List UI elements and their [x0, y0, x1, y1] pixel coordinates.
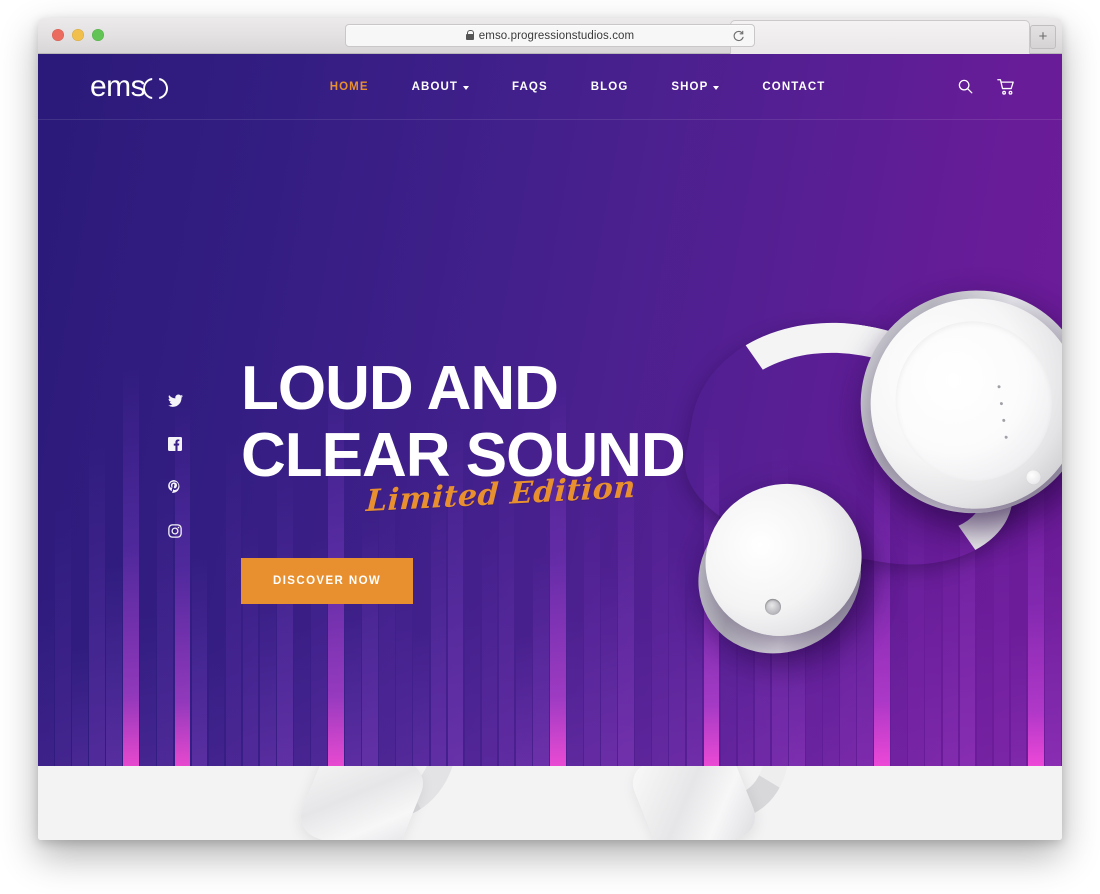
- address-bar[interactable]: emso.progressionstudios.com: [345, 24, 755, 47]
- facebook-icon[interactable]: [168, 437, 183, 456]
- equalizer-bar: [891, 616, 908, 766]
- nav-label-home: HOME: [329, 80, 369, 93]
- minimize-window-button[interactable]: [72, 29, 84, 41]
- equalizer-bar: [823, 636, 839, 766]
- headphones-hero-image: [646, 207, 1062, 683]
- hero-headline: LOUD AND CLEAR SOUND: [241, 354, 686, 487]
- equalizer-bar: [294, 626, 310, 766]
- nav-label-blog: BLOG: [590, 80, 629, 93]
- site-logo[interactable]: ems: [90, 69, 164, 103]
- nav-item-shop[interactable]: SHOP: [671, 80, 720, 93]
- close-window-button[interactable]: [52, 29, 64, 41]
- main-navigation: HOME ABOUT FAQS BLOG SHOP CONTACT: [198, 81, 957, 93]
- hero-headline-line1: LOUD AND: [241, 354, 559, 423]
- nav-label-shop: SHOP: [671, 80, 709, 93]
- cart-icon[interactable]: [997, 78, 1016, 96]
- equalizer-bar: [567, 606, 583, 766]
- nav-item-contact[interactable]: CONTACT: [762, 81, 825, 93]
- equalizer-bar: [1010, 626, 1027, 766]
- bottom-headphones-right: [626, 766, 808, 840]
- nav-item-blog[interactable]: BLOG: [591, 81, 629, 93]
- chevron-down-icon: [463, 85, 470, 90]
- nav-item-home[interactable]: HOME: [330, 81, 369, 93]
- equalizer-bar: [259, 586, 276, 766]
- nav-item-about[interactable]: ABOUT: [411, 80, 470, 93]
- equalizer-bar: [72, 646, 88, 766]
- equalizer-bar: [89, 436, 105, 766]
- equalizer-bar: [464, 596, 481, 766]
- hero-section: ems HOME ABOUT FAQS BLOG SHOP CONTACT LO…: [38, 54, 1062, 766]
- browser-titlebar: emso.progressionstudios.com +: [38, 18, 1062, 54]
- nav-label-contact: CONTACT: [762, 80, 826, 93]
- equalizer-bar: [976, 601, 993, 766]
- browser-tab[interactable]: [730, 20, 1030, 54]
- discover-now-button[interactable]: DISCOVER NOW: [241, 557, 414, 604]
- header-actions: [957, 78, 1016, 96]
- bottom-headphones-left: [294, 766, 476, 840]
- zoom-window-button[interactable]: [92, 29, 104, 41]
- equalizer-bar: [515, 636, 532, 766]
- equalizer-bar: [413, 626, 430, 766]
- hero-content: LOUD AND CLEAR SOUND Limited Edition DIS…: [241, 354, 686, 604]
- social-links-rail: [168, 394, 183, 543]
- equalizer-bar: [396, 576, 413, 766]
- equalizer-bar: [345, 606, 361, 766]
- site-header: ems HOME ABOUT FAQS BLOG SHOP CONTACT: [38, 54, 1062, 120]
- equalizer-bar: [635, 616, 652, 766]
- equalizer-bar: [225, 436, 242, 766]
- url-value: emso.progressionstudios.com: [478, 29, 635, 42]
- equalizer-bar: [208, 648, 225, 766]
- nav-label-about: ABOUT: [411, 80, 459, 93]
- logo-circle-icon: [147, 78, 164, 95]
- window-traffic-lights: [52, 29, 104, 41]
- reload-icon[interactable]: [732, 30, 745, 43]
- equalizer-bar: [123, 366, 140, 766]
- pinterest-icon[interactable]: [168, 480, 183, 500]
- equalizer-bar: [38, 596, 54, 766]
- chevron-down-icon: [713, 85, 720, 90]
- twitter-icon[interactable]: [168, 394, 183, 413]
- browser-window: emso.progressionstudios.com + ems HOME A…: [38, 18, 1062, 840]
- nav-label-faqs: FAQS: [512, 80, 548, 93]
- equalizer-bar: [106, 566, 122, 766]
- instagram-icon[interactable]: [168, 524, 183, 543]
- equalizer-bar: [191, 556, 208, 766]
- page-viewport: ems HOME ABOUT FAQS BLOG SHOP CONTACT LO…: [38, 54, 1062, 840]
- nav-item-faqs[interactable]: FAQS: [512, 81, 548, 93]
- secondary-section: [38, 766, 1062, 840]
- lock-icon: [465, 29, 475, 40]
- equalizer-bar: [55, 506, 71, 766]
- search-icon[interactable]: [957, 78, 974, 95]
- new-tab-button[interactable]: +: [1030, 25, 1056, 49]
- address-bar-text: emso.progressionstudios.com: [465, 29, 635, 42]
- equalizer-bar: [140, 616, 157, 766]
- site-logo-text: ems: [90, 69, 146, 103]
